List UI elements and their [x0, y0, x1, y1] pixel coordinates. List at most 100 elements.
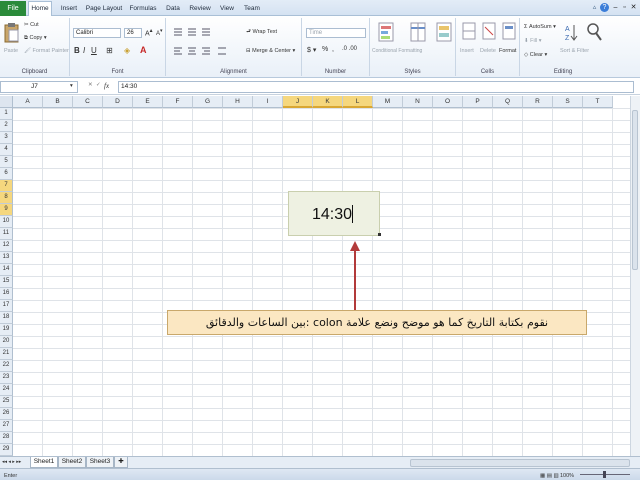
tab-insert[interactable]: Insert — [56, 2, 82, 16]
column-header-q[interactable]: Q — [493, 96, 523, 108]
row-header-23[interactable]: 23 — [0, 372, 13, 384]
row-header-4[interactable]: 4 — [0, 144, 13, 156]
tab-data[interactable]: Data — [162, 2, 184, 16]
decimal-icon[interactable]: .0 .00 — [342, 46, 357, 52]
row-header-29[interactable]: 29 — [0, 444, 13, 456]
column-header-k[interactable]: K — [313, 96, 343, 108]
fill-button[interactable]: ⬇ Fill ▾ — [524, 38, 541, 44]
percent-icon[interactable]: % — [322, 46, 328, 53]
cell-styles-icon[interactable] — [436, 22, 452, 42]
row-header-12[interactable]: 12 — [0, 240, 13, 252]
column-header-r[interactable]: R — [523, 96, 553, 108]
row-header-9[interactable]: 9 — [0, 204, 13, 216]
tab-view[interactable]: View — [216, 2, 238, 16]
minimize-ribbon-icon[interactable]: ▵ — [590, 3, 599, 12]
help-icon[interactable]: ? — [600, 3, 609, 12]
row-header-10[interactable]: 10 — [0, 216, 13, 228]
find-select-icon[interactable] — [586, 22, 602, 42]
row-header-15[interactable]: 15 — [0, 276, 13, 288]
font-name-select[interactable]: Calibri — [73, 28, 121, 38]
column-header-e[interactable]: E — [133, 96, 163, 108]
column-header-a[interactable]: A — [13, 96, 43, 108]
confirm-entry-icon[interactable]: ✓ — [96, 82, 101, 88]
tab-page-layout[interactable]: Page Layout — [84, 2, 124, 16]
sheet-tab-1[interactable]: Sheet1 — [30, 457, 58, 468]
row-header-11[interactable]: 11 — [0, 228, 13, 240]
row-header-19[interactable]: 19 — [0, 324, 13, 336]
column-header-t[interactable]: T — [583, 96, 613, 108]
fill-handle[interactable] — [378, 233, 381, 236]
formula-input[interactable]: 14:30 — [118, 81, 634, 93]
column-header-h[interactable]: H — [223, 96, 253, 108]
font-color-icon[interactable]: A — [140, 45, 147, 55]
format-as-table-icon[interactable] — [410, 22, 426, 42]
sheet-tab-3[interactable]: Sheet3 — [86, 457, 114, 468]
view-buttons-icon[interactable]: ▦ ▤ ▥ — [540, 471, 559, 480]
select-all-button[interactable] — [0, 96, 13, 108]
currency-icon[interactable]: $ ▾ — [307, 46, 316, 54]
insert-sheet-icon[interactable]: ✚ — [114, 457, 128, 468]
zoom-slider-thumb[interactable] — [603, 471, 606, 478]
row-header-14[interactable]: 14 — [0, 264, 13, 276]
cancel-entry-icon[interactable]: ✕ — [88, 82, 93, 88]
row-header-2[interactable]: 2 — [0, 120, 13, 132]
row-header-26[interactable]: 26 — [0, 408, 13, 420]
grow-font-icon[interactable]: A▴ — [145, 28, 153, 37]
column-header-j[interactable]: J — [283, 96, 313, 108]
row-header-24[interactable]: 24 — [0, 384, 13, 396]
insert-function-icon[interactable]: fx — [104, 82, 109, 90]
row-header-16[interactable]: 16 — [0, 288, 13, 300]
row-header-28[interactable]: 28 — [0, 432, 13, 444]
column-header-s[interactable]: S — [553, 96, 583, 108]
name-box[interactable]: J7 — [0, 81, 78, 93]
column-header-o[interactable]: O — [433, 96, 463, 108]
tab-review[interactable]: Review — [186, 2, 214, 16]
row-header-25[interactable]: 25 — [0, 396, 13, 408]
row-header-21[interactable]: 21 — [0, 348, 13, 360]
row-header-8[interactable]: 8 — [0, 192, 13, 204]
row-header-20[interactable]: 20 — [0, 336, 13, 348]
comma-icon[interactable]: , — [332, 46, 334, 53]
conditional-formatting-icon[interactable] — [378, 22, 394, 42]
row-header-22[interactable]: 22 — [0, 360, 13, 372]
paste-icon[interactable] — [4, 22, 20, 44]
cut-button[interactable]: ✂ Cut — [24, 22, 39, 28]
row-header-13[interactable]: 13 — [0, 252, 13, 264]
shrink-font-icon[interactable]: A▾ — [156, 28, 163, 37]
row-header-27[interactable]: 27 — [0, 420, 13, 432]
column-header-i[interactable]: I — [253, 96, 283, 108]
row-header-1[interactable]: 1 — [0, 108, 13, 120]
column-header-d[interactable]: D — [103, 96, 133, 108]
delete-cells-icon[interactable] — [482, 22, 496, 40]
merge-center-button[interactable]: ⊟ Merge & Center ▾ — [246, 48, 295, 54]
column-header-p[interactable]: P — [463, 96, 493, 108]
row-header-17[interactable]: 17 — [0, 300, 13, 312]
column-header-m[interactable]: M — [373, 96, 403, 108]
cell-grid[interactable] — [13, 108, 630, 456]
row-header-5[interactable]: 5 — [0, 156, 13, 168]
row-header-3[interactable]: 3 — [0, 132, 13, 144]
column-header-f[interactable]: F — [163, 96, 193, 108]
horizontal-scrollbar[interactable] — [410, 459, 630, 467]
row-header-6[interactable]: 6 — [0, 168, 13, 180]
insert-cells-icon[interactable] — [462, 22, 476, 40]
format-cells-icon[interactable] — [502, 22, 516, 40]
sheet-tab-2[interactable]: Sheet2 — [58, 457, 86, 468]
column-header-l[interactable]: L — [343, 96, 373, 108]
vertical-scroll-thumb[interactable] — [632, 110, 638, 270]
italic-icon[interactable]: I — [83, 46, 85, 55]
tab-team[interactable]: Team — [240, 2, 264, 16]
name-box-dropdown-icon[interactable]: ▾ — [70, 83, 73, 89]
tab-home[interactable]: Home — [28, 1, 52, 17]
wrap-text-button[interactable]: ⮐ Wrap Text — [246, 28, 277, 37]
window-restore-icon[interactable]: ▫ — [620, 3, 629, 12]
copy-button[interactable]: ⧉ Copy ▾ — [24, 35, 47, 42]
sheet-nav-icon[interactable]: ◂◂ ◂ ▸ ▸▸ — [2, 459, 21, 465]
borders-icon[interactable]: ⊞ — [106, 46, 113, 55]
window-minimize-icon[interactable]: – — [611, 3, 620, 12]
column-header-c[interactable]: C — [73, 96, 103, 108]
zoom-level[interactable]: 100% — [560, 471, 574, 480]
clear-button[interactable]: ◇ Clear ▾ — [524, 52, 547, 58]
bold-icon[interactable]: B — [74, 46, 80, 55]
alignment-icons[interactable] — [172, 26, 232, 62]
